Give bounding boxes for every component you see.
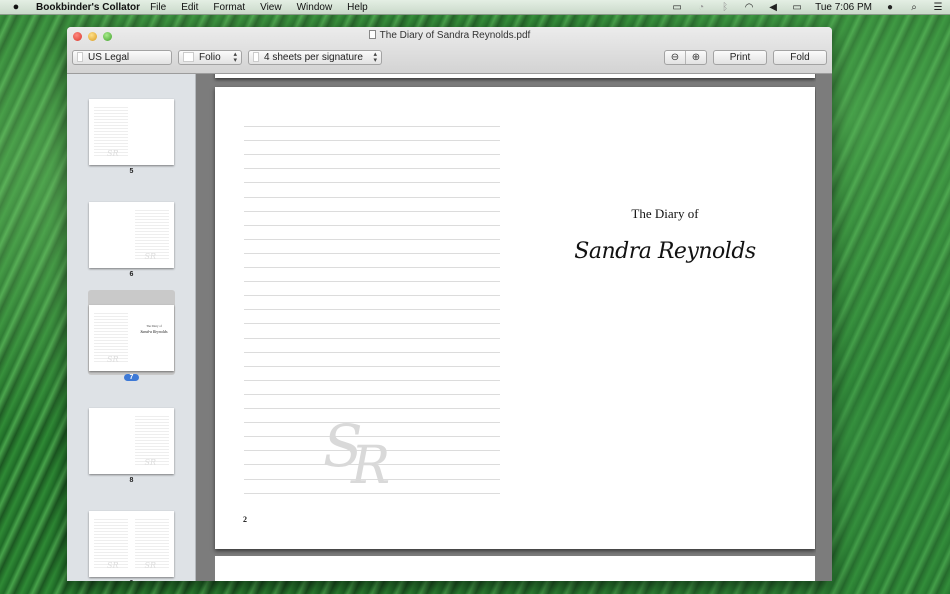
ruled-line bbox=[244, 379, 500, 381]
clock[interactable]: Tue 7:06 PM bbox=[815, 2, 872, 13]
monogram: SR bbox=[107, 355, 119, 364]
menu-window[interactable]: Window bbox=[297, 2, 333, 13]
page-thumbnail[interactable]: SR bbox=[89, 202, 174, 268]
monogram: SR bbox=[107, 561, 119, 570]
zoom-controls: ⊖ ⊕ bbox=[664, 50, 707, 65]
menu-help[interactable]: Help bbox=[347, 2, 368, 13]
battery-icon[interactable]: ▭ bbox=[791, 2, 803, 13]
paper-size-label: US Legal bbox=[88, 52, 130, 63]
monogram-r: R bbox=[351, 436, 391, 496]
ruled-line bbox=[244, 365, 500, 367]
airplay-icon[interactable]: ▭ bbox=[671, 2, 683, 13]
bluetooth-icon[interactable]: ᛒ bbox=[719, 2, 731, 13]
title-bar: The Diary of Sandra Reynolds.pdf US Lega… bbox=[67, 27, 832, 74]
print-button[interactable]: Print bbox=[713, 50, 767, 65]
mini-title-line1: The Diary of bbox=[146, 324, 162, 328]
apple-menu-icon[interactable]: ● bbox=[0, 1, 26, 13]
ruled-line bbox=[244, 295, 500, 297]
ruled-line bbox=[244, 140, 500, 142]
thumbnail-label: 9 bbox=[67, 580, 195, 581]
title-line1: The Diary of bbox=[631, 206, 699, 221]
thumbnail-label: 8 bbox=[129, 477, 134, 484]
sheets-label: 4 sheets per signature bbox=[264, 52, 363, 63]
folio-icon bbox=[183, 52, 194, 62]
sheets-per-signature-select[interactable]: 4 sheets per signature ▴ ▾ bbox=[248, 50, 382, 65]
fold-type-label: Folio bbox=[199, 52, 221, 63]
fold-button[interactable]: Fold bbox=[773, 50, 827, 65]
ruled-line bbox=[244, 309, 500, 311]
updown-arrows-icon: ▴ ▾ bbox=[373, 51, 377, 64]
ruled-line bbox=[244, 252, 500, 254]
thumbnail-sidebar[interactable]: SR 5 SR 6 SR The Diary of Sandra Reynold… bbox=[67, 74, 196, 581]
window-title: The Diary of Sandra Reynolds.pdf bbox=[67, 30, 832, 41]
menu-view[interactable]: View bbox=[260, 2, 282, 13]
document-icon bbox=[368, 30, 376, 39]
page-spread: S R 2 The Diary of Sandra Reynolds bbox=[215, 87, 815, 549]
ruled-line bbox=[244, 408, 500, 409]
window-title-text: The Diary of Sandra Reynolds.pdf bbox=[379, 30, 531, 41]
title-line2: Sandra Reynolds bbox=[574, 239, 756, 264]
page-thumbnail[interactable]: SR bbox=[89, 99, 174, 165]
ruled-line bbox=[244, 224, 500, 226]
page-icon bbox=[77, 52, 83, 62]
ruled-line bbox=[244, 351, 500, 353]
ruled-line bbox=[244, 168, 500, 170]
wifi-icon[interactable]: ◠ bbox=[743, 2, 755, 13]
notifications-icon[interactable]: ☰ bbox=[932, 2, 944, 13]
monogram: SR bbox=[107, 149, 119, 158]
ruled-line bbox=[244, 126, 500, 127]
ruled-line bbox=[244, 267, 500, 268]
status-menus: ▭ ◔ ᛒ ◠ ◀ ▭ Tue 7:06 PM ● ⌕ ☰ bbox=[671, 0, 944, 15]
monogram: SR bbox=[144, 458, 156, 467]
vertical-scrollbar[interactable] bbox=[816, 74, 832, 581]
page-thumbnail[interactable]: SR The Diary of Sandra Reynolds bbox=[89, 305, 174, 371]
fold-type-select[interactable]: Folio ▴ ▾ bbox=[178, 50, 242, 65]
ruled-line bbox=[244, 422, 500, 424]
thumbnail-label: 6 bbox=[129, 271, 134, 278]
app-menu[interactable]: Bookbinder's Collator bbox=[36, 2, 140, 13]
time-machine-icon[interactable]: ◔ bbox=[695, 2, 707, 13]
page-thumbnail[interactable]: SR SR bbox=[89, 511, 174, 577]
menu-edit[interactable]: Edit bbox=[181, 2, 198, 13]
ruled-line bbox=[244, 210, 500, 212]
volume-icon[interactable]: ◀ bbox=[767, 2, 779, 13]
sheets-icon bbox=[253, 52, 259, 62]
ruled-line bbox=[244, 182, 500, 184]
menu-file[interactable]: File bbox=[150, 2, 166, 13]
page-thumbnail[interactable]: SR bbox=[89, 408, 174, 474]
menu-format[interactable]: Format bbox=[213, 2, 245, 13]
spotlight-icon[interactable]: ⌕ bbox=[908, 2, 920, 13]
thumbnail-label: 7 bbox=[67, 374, 195, 381]
ruled-line bbox=[244, 154, 500, 156]
zoom-out-button[interactable]: ⊖ bbox=[665, 51, 685, 64]
ruled-line bbox=[244, 281, 500, 283]
user-icon[interactable]: ● bbox=[884, 2, 896, 13]
ruled-line bbox=[244, 337, 500, 339]
ruled-line bbox=[244, 393, 500, 395]
ruled-line bbox=[244, 323, 500, 325]
ruled-line bbox=[244, 196, 500, 198]
menu-bar: ● Bookbinder's Collator File Edit Format… bbox=[0, 0, 950, 15]
paper-size-button[interactable]: US Legal bbox=[72, 50, 172, 65]
page-number: 2 bbox=[243, 515, 247, 524]
thumbnail-label: 5 bbox=[129, 168, 134, 175]
mini-title-line2: Sandra Reynolds bbox=[140, 329, 168, 334]
next-spread bbox=[215, 556, 815, 581]
monogram: SR bbox=[144, 561, 156, 570]
document-window: The Diary of Sandra Reynolds.pdf US Lega… bbox=[67, 27, 832, 581]
updown-arrows-icon: ▴ ▾ bbox=[233, 51, 237, 64]
previous-spread bbox=[215, 74, 815, 78]
monogram: SR bbox=[144, 252, 156, 261]
zoom-in-button[interactable]: ⊕ bbox=[685, 51, 706, 64]
document-view[interactable]: S R 2 The Diary of Sandra Reynolds bbox=[196, 74, 832, 581]
ruled-line bbox=[244, 238, 500, 240]
selected-page-badge: 7 bbox=[123, 374, 140, 381]
